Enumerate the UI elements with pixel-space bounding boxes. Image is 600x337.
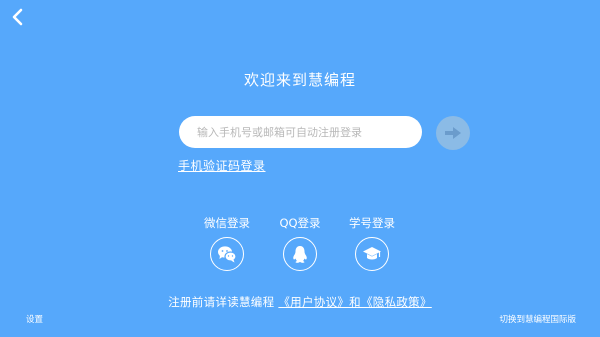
account-input[interactable] xyxy=(179,116,422,148)
wechat-login-label: 微信登录 xyxy=(204,216,250,230)
agreement-text: 注册前请详读慧编程 《用户协议》和《隐私政策》 xyxy=(0,294,600,310)
wechat-login: 微信登录 xyxy=(197,215,257,271)
agreement-prefix: 注册前请详读慧编程 xyxy=(168,295,275,309)
qq-login-button[interactable] xyxy=(283,237,317,271)
qq-login: QQ登录 xyxy=(270,215,330,271)
qq-icon xyxy=(293,245,307,263)
student-id-login-button[interactable] xyxy=(355,237,389,271)
settings-link[interactable]: 设置 xyxy=(26,313,43,325)
student-id-login-label: 学号登录 xyxy=(349,216,395,230)
agreement-links[interactable]: 《用户协议》和《隐私政策》 xyxy=(278,295,431,309)
arrow-right-icon xyxy=(445,127,461,139)
account-input-container xyxy=(179,116,422,148)
qq-login-label: QQ登录 xyxy=(279,216,321,230)
page-title: 欢迎来到慧编程 xyxy=(243,71,356,89)
sms-login-link[interactable]: 手机验证码登录 xyxy=(178,157,266,174)
chevron-left-icon xyxy=(12,8,23,26)
student-id-login: 学号登录 xyxy=(342,215,402,271)
wechat-login-button[interactable] xyxy=(210,237,244,271)
next-button[interactable] xyxy=(436,116,470,150)
switch-international-link[interactable]: 切换到慧编程国际版 xyxy=(499,313,576,325)
wechat-icon xyxy=(218,246,237,263)
back-button[interactable] xyxy=(8,7,26,27)
graduation-cap-icon xyxy=(363,247,381,260)
